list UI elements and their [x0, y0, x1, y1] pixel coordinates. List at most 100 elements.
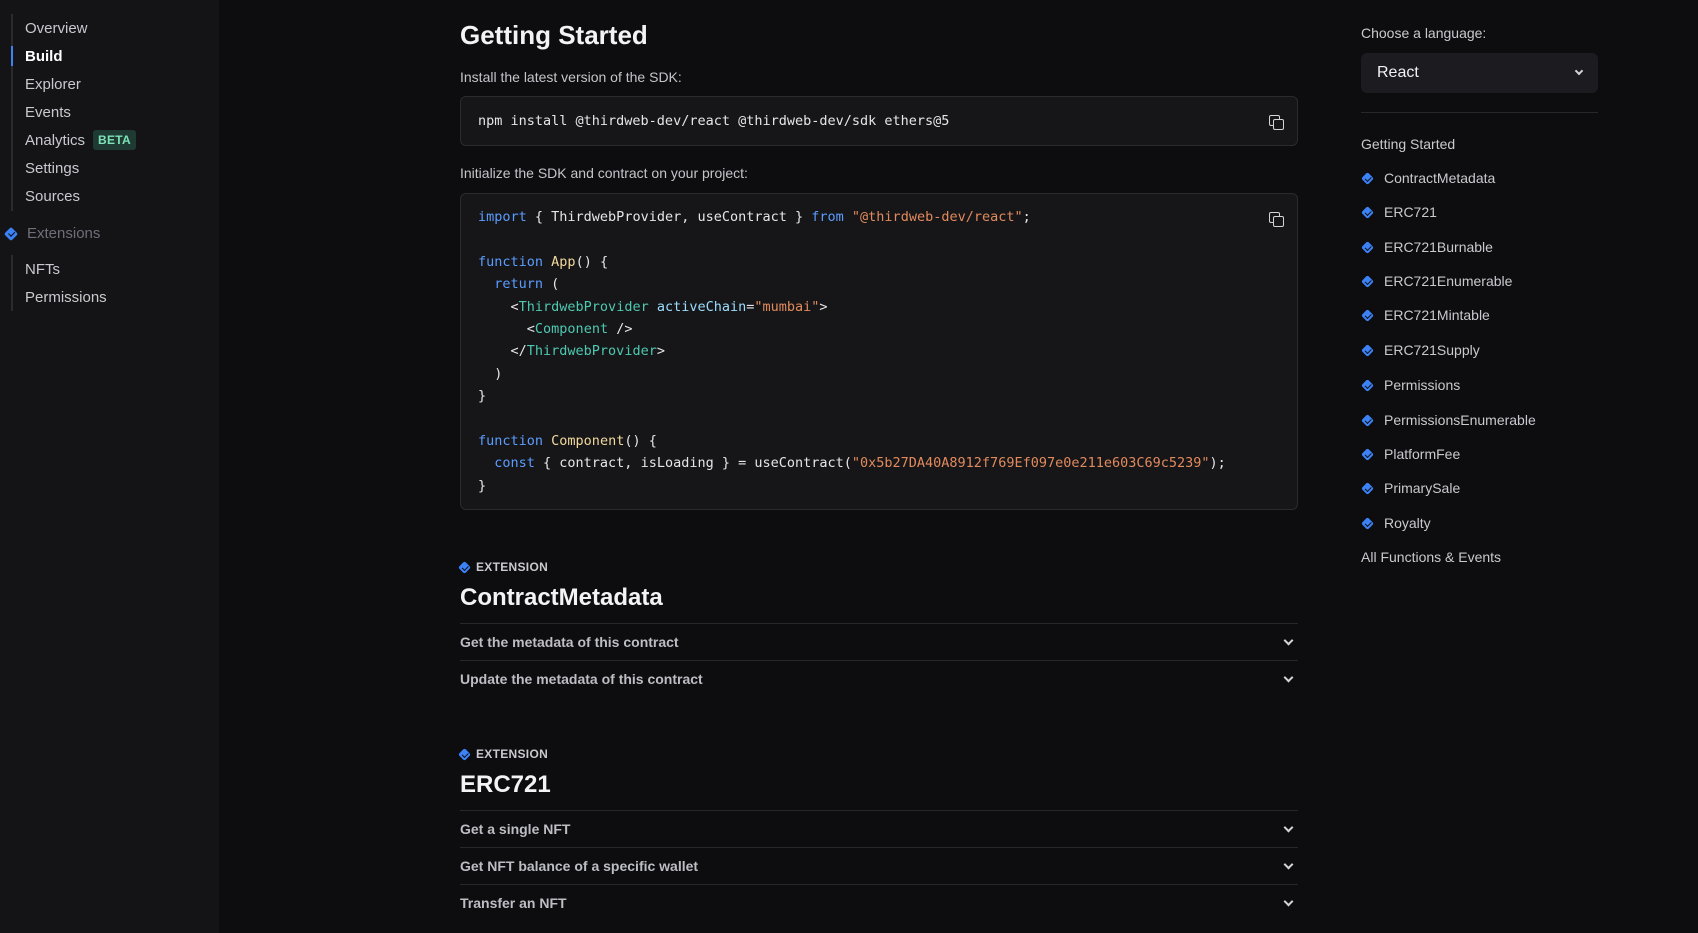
sidebar-item-label: Permissions: [25, 288, 107, 306]
sidebar-nav: Overview Build Explorer Events Analytics…: [10, 14, 137, 211]
sidebar-item-build[interactable]: Build: [10, 42, 136, 70]
code-token: return: [494, 276, 544, 293]
code-token: <: [510, 298, 519, 315]
install-instructions: Install the latest version of the SDK:: [460, 69, 682, 85]
accordion-row[interactable]: Update the metadata of this contract: [460, 660, 1298, 697]
copy-icon[interactable]: [1269, 212, 1284, 227]
extension-label: EXTENSION: [458, 747, 549, 761]
toc-item-label: All Functions & Events: [1361, 549, 1502, 565]
sidebar-item-label: Sources: [25, 187, 81, 205]
toc-item-label: ERC721: [1384, 204, 1437, 220]
toc-item[interactable]: Permissions: [1361, 377, 1460, 393]
toc-item-label: PermissionsEnumerable: [1384, 412, 1536, 428]
toc-item-label: ContractMetadata: [1384, 170, 1496, 186]
extension-label-text: EXTENSION: [476, 747, 549, 761]
sidebar-item-nfts[interactable]: NFTs: [13, 255, 107, 283]
sidebar-item-label: Settings: [25, 159, 80, 177]
sidebar-item-permissions[interactable]: Permissions: [13, 283, 107, 311]
code-token: }: [478, 477, 487, 494]
sidebar-item-events[interactable]: Events: [13, 98, 136, 126]
extension-label: EXTENSION: [458, 560, 548, 574]
sidebar-item-explorer[interactable]: Explorer: [13, 70, 136, 98]
extensions-nav: NFTs Permissions: [11, 255, 107, 311]
code-token: >: [656, 343, 665, 360]
language-select-value: React: [1377, 64, 1419, 81]
code-token: { contract, isLoading } = useContract(: [534, 455, 852, 472]
code-line: import { ThirdwebProvider, useContract }…: [478, 206, 1226, 228]
init-instructions: Initialize the SDK and contract on your …: [460, 165, 748, 181]
extension-icon: [1361, 413, 1374, 427]
accordion-row[interactable]: Get NFT balance of a specific wallet: [460, 847, 1298, 884]
code-token: <: [526, 320, 535, 337]
toc-item[interactable]: ERC721: [1361, 204, 1437, 220]
accordion-row-label: Transfer an NFT: [460, 895, 567, 911]
toc-item-getting-started[interactable]: Getting Started: [1361, 136, 1455, 152]
toc-item[interactable]: PermissionsEnumerable: [1361, 412, 1536, 428]
code-token: function: [478, 432, 544, 449]
code-token: ThirdwebProvider: [526, 343, 657, 360]
code-token: </: [510, 343, 527, 360]
accordion-row-label: Update the metadata of this contract: [460, 671, 703, 687]
code-token: import: [478, 209, 527, 225]
code-token: }: [478, 388, 487, 405]
sidebar-item-label: Build: [25, 47, 63, 65]
toc-item-all-functions[interactable]: All Functions & Events: [1361, 549, 1501, 565]
section-title: ContractMetadata: [460, 584, 663, 611]
code-token: App: [551, 253, 576, 270]
code-line: <Component />: [478, 318, 1226, 340]
language-label: Choose a language:: [1361, 25, 1487, 41]
sidebar-item-label: Analytics: [25, 131, 86, 149]
extension-icon: [1361, 343, 1374, 357]
toc-item[interactable]: PrimarySale: [1361, 480, 1460, 496]
toc-item[interactable]: ERC721Supply: [1361, 342, 1480, 358]
sidebar-item-sources[interactable]: Sources: [13, 182, 136, 210]
accordion-row[interactable]: Transfer an NFT: [460, 884, 1298, 921]
code-line: <ThirdwebProvider activeChain="mumbai">: [478, 296, 1226, 318]
toc-item[interactable]: ERC721Mintable: [1361, 307, 1490, 323]
extension-icon: [1361, 205, 1374, 219]
toc-item-label: Royalty: [1384, 515, 1431, 531]
code-token: Component: [551, 432, 625, 449]
toc-item-label: Permissions: [1384, 377, 1461, 393]
chevron-down-icon: [1283, 822, 1294, 832]
toc-item-label: ERC721Burnable: [1384, 239, 1493, 255]
extension-icon: [458, 560, 471, 574]
extension-icon: [3, 226, 19, 241]
code-token: ThirdwebProvider: [518, 298, 649, 315]
chevron-down-icon: [1283, 859, 1294, 869]
sidebar-item-overview[interactable]: Overview: [13, 14, 136, 42]
code-token: const: [494, 455, 535, 472]
code-token: >: [819, 298, 828, 315]
code-token: ): [494, 365, 503, 382]
code-content: import { ThirdwebProvider, useContract }…: [478, 206, 1226, 497]
accordion-row[interactable]: Get the metadata of this contract: [460, 623, 1298, 660]
accordion-row[interactable]: Get a single NFT: [460, 810, 1298, 847]
chevron-down-icon: [1574, 66, 1584, 76]
sidebar-item-settings[interactable]: Settings: [13, 154, 136, 182]
code-line: }: [478, 385, 1226, 407]
toc-item-label: ERC721Mintable: [1384, 307, 1490, 323]
extensions-heading-label: Extensions: [27, 225, 101, 242]
toc-item[interactable]: ERC721Enumerable: [1361, 273, 1512, 289]
copy-icon[interactable]: [1269, 115, 1284, 130]
code-token: "0x5b27DA40A8912f769Ef097e0e211e603C69c5…: [851, 455, 1210, 472]
install-code-block: npm install @thirdweb-dev/react @thirdwe…: [460, 96, 1298, 146]
toc-item[interactable]: ContractMetadata: [1361, 170, 1495, 186]
code-token: activeChain: [656, 298, 747, 315]
toc-item[interactable]: ERC721Burnable: [1361, 239, 1493, 255]
code-line: </ThirdwebProvider>: [478, 340, 1226, 362]
language-select[interactable]: React: [1361, 53, 1598, 93]
toc-item-label: PlatformFee: [1384, 446, 1461, 462]
extension-icon: [458, 747, 471, 761]
toc-item[interactable]: Royalty: [1361, 515, 1431, 531]
toc-item[interactable]: PlatformFee: [1361, 446, 1460, 462]
sidebar-item-analytics[interactable]: Analytics BETA: [13, 126, 137, 154]
code-token: );: [1209, 455, 1226, 472]
code-token: function: [478, 253, 544, 270]
sidebar-item-label: Events: [25, 103, 71, 121]
page-title: Getting Started: [460, 20, 648, 50]
code-token: from: [811, 209, 844, 225]
code-token: (: [543, 276, 560, 293]
code-token: () {: [624, 432, 657, 449]
